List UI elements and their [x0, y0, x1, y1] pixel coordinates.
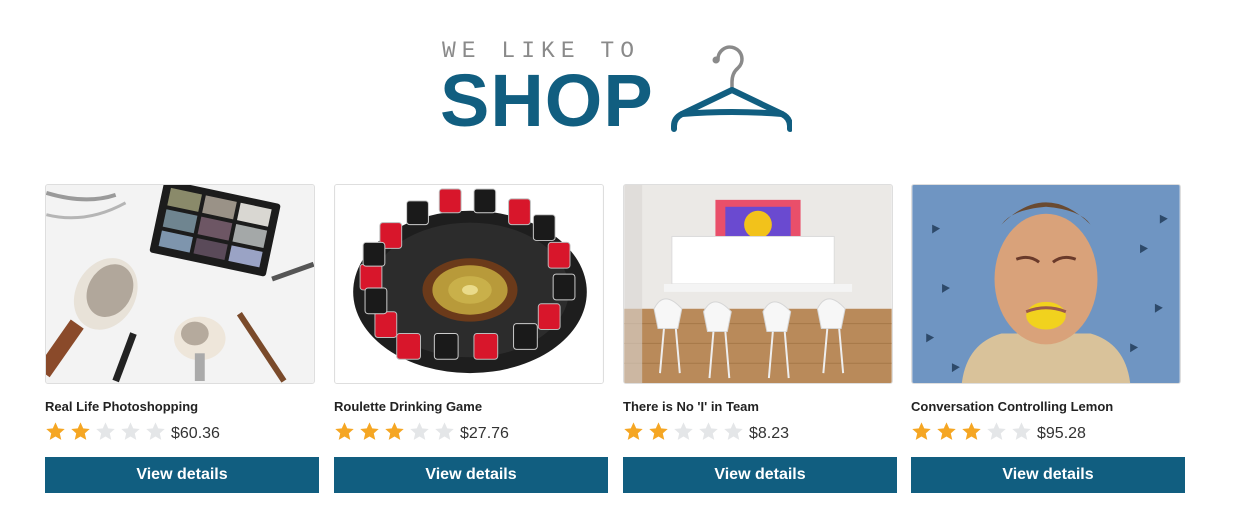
star-filled-icon	[962, 421, 981, 440]
star-empty-icon	[1012, 421, 1031, 440]
product-title[interactable]: Conversation Controlling Lemon	[911, 399, 1113, 414]
star-empty-icon	[435, 421, 454, 440]
hanger-icon	[671, 45, 792, 132]
product-image[interactable]	[623, 184, 893, 384]
star-rating	[623, 420, 748, 442]
product-title[interactable]: Roulette Drinking Game	[334, 399, 482, 414]
product-grid: Real Life Photoshopping $60.36 View deta…	[45, 184, 1185, 494]
star-empty-icon	[146, 421, 165, 440]
star-rating	[334, 420, 459, 442]
product-image[interactable]	[334, 184, 604, 384]
product-card: There is No 'I' in Team $8.23 View detai…	[623, 184, 897, 494]
star-empty-icon	[987, 421, 1006, 440]
product-image[interactable]	[45, 184, 315, 384]
product-price: $60.36	[171, 425, 220, 442]
product-card: Real Life Photoshopping $60.36 View deta…	[45, 184, 319, 494]
view-details-button[interactable]: View details	[911, 457, 1185, 493]
star-filled-icon	[385, 421, 404, 440]
site-header: WE LIKE TO SHOP	[440, 38, 800, 138]
star-filled-icon	[624, 421, 643, 440]
product-price: $95.28	[1037, 425, 1086, 442]
product-title[interactable]: There is No 'I' in Team	[623, 399, 759, 414]
product-card: Roulette Drinking Game $27.76 View detai…	[334, 184, 608, 494]
star-empty-icon	[699, 421, 718, 440]
view-details-button[interactable]: View details	[334, 457, 608, 493]
product-card: Conversation Controlling Lemon $95.28 Vi…	[911, 184, 1185, 494]
star-filled-icon	[335, 421, 354, 440]
star-empty-icon	[674, 421, 693, 440]
product-price: $8.23	[749, 425, 790, 442]
star-empty-icon	[121, 421, 140, 440]
man-lemon-mouth-photo	[912, 185, 1180, 383]
star-empty-icon	[724, 421, 743, 440]
star-filled-icon	[360, 421, 379, 440]
star-rating	[45, 420, 170, 442]
team-letters-office-photo	[624, 185, 892, 383]
star-filled-icon	[649, 421, 668, 440]
star-rating	[911, 420, 1036, 442]
star-filled-icon	[71, 421, 90, 440]
view-details-button[interactable]: View details	[45, 457, 319, 493]
roulette-shot-glasses-photo	[335, 185, 603, 383]
star-filled-icon	[46, 421, 65, 440]
brand-logo-text[interactable]: SHOP	[440, 64, 654, 138]
star-filled-icon	[937, 421, 956, 440]
star-filled-icon	[912, 421, 931, 440]
product-price: $27.76	[460, 425, 509, 442]
product-image[interactable]	[911, 184, 1181, 384]
product-title[interactable]: Real Life Photoshopping	[45, 399, 198, 414]
makeup-brushes-photo	[46, 185, 314, 383]
star-empty-icon	[96, 421, 115, 440]
view-details-button[interactable]: View details	[623, 457, 897, 493]
star-empty-icon	[410, 421, 429, 440]
